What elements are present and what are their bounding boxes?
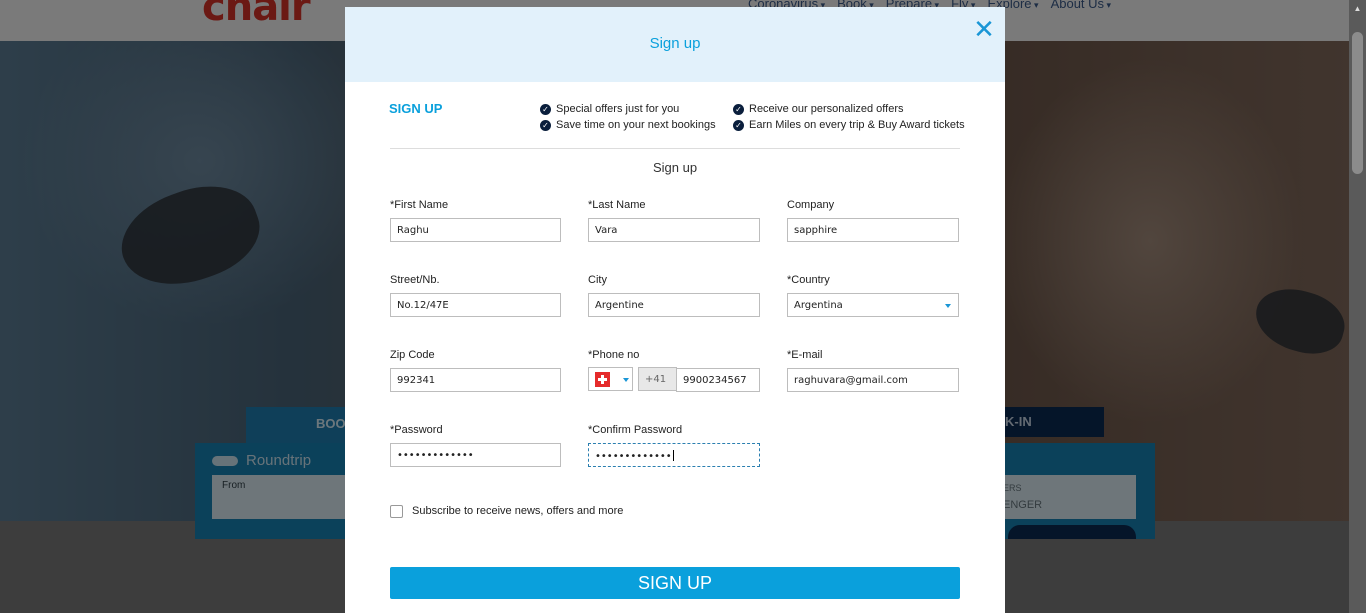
page-scrollbar[interactable]: ▲ — [1349, 0, 1366, 613]
scroll-up-arrow-icon[interactable]: ▲ — [1349, 0, 1366, 17]
zip-label: Zip Code — [390, 349, 435, 361]
phone-field[interactable]: 9900234567 — [676, 368, 760, 392]
benefit-item: ✓ Save time on your next bookings — [540, 119, 716, 131]
close-icon[interactable]: ✕ — [971, 17, 997, 43]
company-field[interactable]: sapphire — [787, 218, 959, 242]
chevron-down-icon — [623, 378, 629, 382]
first-name-field[interactable]: Raghu — [390, 218, 561, 242]
confirm-password-field[interactable]: ••••••••••••• — [588, 443, 760, 467]
phone-country-code: +41 — [638, 367, 677, 391]
city-field[interactable]: Argentine — [588, 293, 760, 317]
street-label: Street/Nb. — [390, 274, 440, 286]
signup-heading: SIGN UP — [389, 101, 443, 116]
last-name-label: *Last Name — [588, 199, 646, 211]
password-field[interactable]: ••••••••••••• — [390, 443, 561, 467]
first-name-label: *First Name — [390, 199, 449, 211]
scroll-thumb[interactable] — [1352, 32, 1363, 174]
email-label: *E-mail — [787, 349, 823, 361]
swiss-flag-icon — [595, 372, 610, 387]
zip-field[interactable]: 992341 — [390, 368, 561, 392]
phone-label: *Phone no — [588, 349, 640, 361]
chevron-down-icon — [945, 304, 951, 308]
password-label: *Password — [390, 424, 443, 436]
form-title: Sign up — [652, 160, 698, 175]
check-circle-icon: ✓ — [733, 119, 744, 131]
check-circle-icon: ✓ — [733, 103, 744, 115]
modal-title: Sign up — [649, 35, 701, 52]
email-field[interactable]: raghuvara@gmail.com — [787, 368, 959, 392]
country-label: *Country — [787, 274, 830, 286]
subscribe-label: Subscribe to receive news, offers and mo… — [412, 505, 624, 517]
divider — [390, 148, 960, 149]
confirm-password-label: *Confirm Password — [588, 424, 683, 436]
country-value: Argentina — [794, 300, 843, 311]
modal-header: Sign up ✕ — [345, 7, 1005, 82]
signup-modal: Sign up ✕ SIGN UP ✓ Special offers just … — [345, 7, 1005, 613]
benefit-item: ✓ Receive our personalized offers — [733, 103, 904, 115]
benefit-item: ✓ Special offers just for you — [540, 103, 679, 115]
country-select[interactable]: Argentina — [787, 293, 959, 317]
company-label: Company — [787, 199, 835, 211]
subscribe-checkbox[interactable] — [390, 505, 403, 518]
text-caret — [672, 450, 674, 461]
benefit-item: ✓ Earn Miles on every trip & Buy Award t… — [733, 119, 965, 131]
check-circle-icon: ✓ — [540, 119, 551, 131]
city-label: City — [588, 274, 607, 286]
check-circle-icon: ✓ — [540, 103, 551, 115]
last-name-field[interactable]: Vara — [588, 218, 760, 242]
street-field[interactable]: No.12/47E — [390, 293, 561, 317]
phone-country-select[interactable] — [588, 367, 633, 391]
signup-submit-button[interactable]: SIGN UP — [390, 567, 960, 599]
